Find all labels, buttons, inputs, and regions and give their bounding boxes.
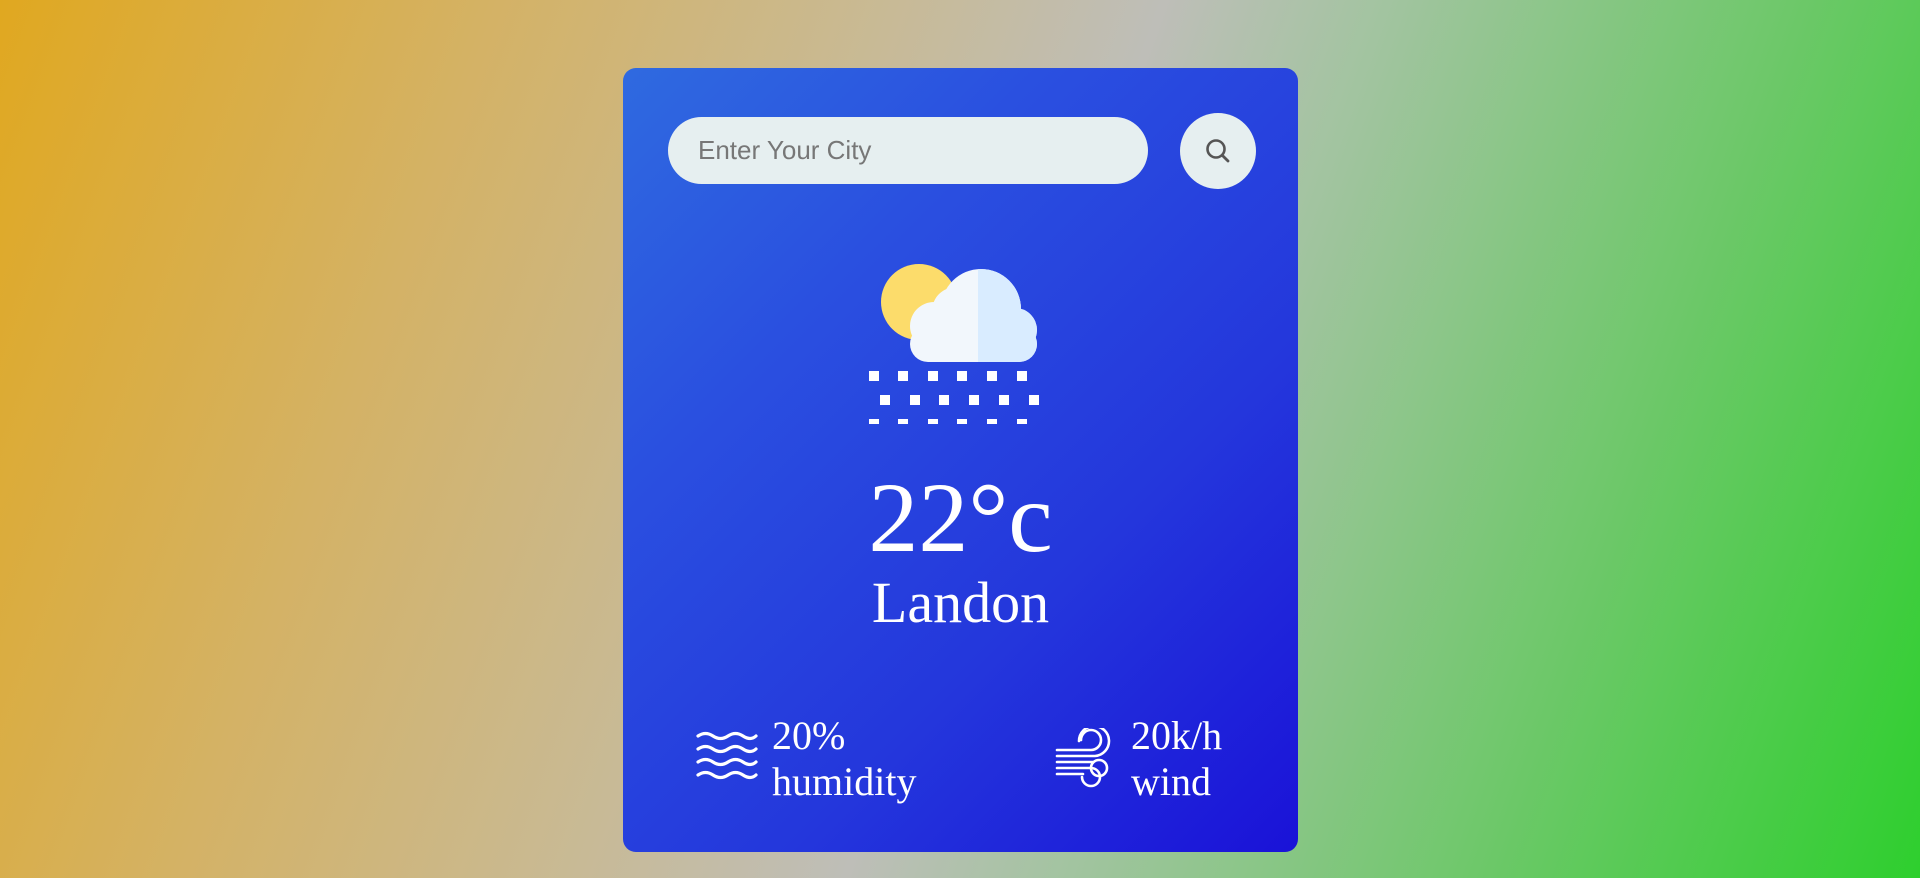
humidity-label: humidity [772,759,917,804]
wind-label: wind [1131,759,1211,804]
wind-icon [1055,728,1111,788]
wind-stat: 20k/h wind [1055,713,1222,805]
search-button[interactable] [1180,113,1256,189]
search-bar [668,113,1256,189]
humidity-value: 20% [772,713,846,758]
weather-card: 22°c Landon 20% humidity [623,68,1298,852]
wind-value: 20k/h [1131,713,1223,758]
humidity-stat: 20% humidity [696,713,916,805]
temperature: 22°c [868,462,1053,573]
humidity-waves-icon [696,731,758,780]
search-icon [1206,139,1230,163]
city-search-input[interactable] [668,117,1148,184]
city-name: Landon [871,570,1050,635]
cloud-sun-snow-icon [869,264,1039,424]
